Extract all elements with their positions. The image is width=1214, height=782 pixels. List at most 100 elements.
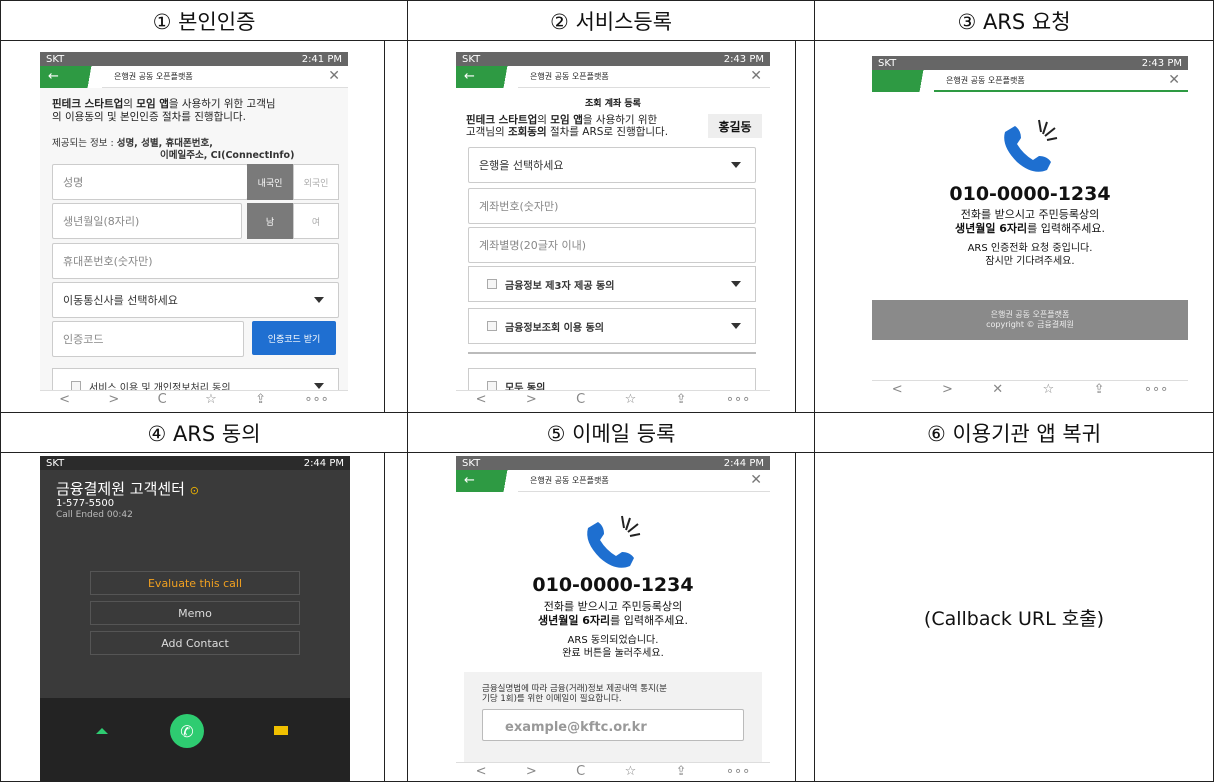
browser-nav-bar: < > C ☆ ⇪ ∘∘∘ [456,762,770,780]
bank-select[interactable]: 은행을 선택하세요 [468,147,756,183]
expand-up-icon[interactable] [96,728,108,734]
phone-field[interactable]: 휴대폰번호(숫자만) [52,243,339,279]
status-bar: SKT 2:43 PM [456,52,770,66]
more-icon[interactable]: ∘∘∘ [726,392,750,407]
birthdate-placeholder: 생년월일(8자리) [63,215,140,228]
clock: 2:44 PM [303,457,344,469]
header-title: 은행권 공동 오픈플랫폼 [946,76,1025,85]
close-icon[interactable]: ✕ [328,68,340,84]
forward-icon[interactable]: > [526,764,537,779]
name-field[interactable]: 성명 [52,164,248,200]
star-icon[interactable]: ☆ [625,392,637,407]
telecom-select[interactable]: 이동통신사를 선택하세요 [52,282,339,318]
message-icon[interactable] [274,726,288,735]
domestic-toggle[interactable]: 내국인 [247,164,293,200]
status-line: ARS 동의되었습니다. [567,635,659,646]
ars-number: 010-0000-1234 [949,183,1111,205]
share-icon[interactable]: ⇪ [1094,382,1105,397]
auth-code-field[interactable]: 인증코드 [52,321,244,357]
forward-icon[interactable]: > [526,392,537,407]
footer-title: 은행권 공동 오픈플랫폼 [990,310,1070,319]
birthdate-field[interactable]: 생년월일(8자리) [52,203,242,239]
back-arrow-icon[interactable]: ← [464,69,475,85]
table-border [795,40,796,412]
callback-text: (Callback URL 호출) [923,607,1105,630]
refresh-icon[interactable]: C [576,764,585,779]
male-toggle[interactable]: 남 [247,203,293,239]
evaluate-call-button[interactable]: Evaluate this call [90,571,300,595]
intro-text: 핀테크 스타트업의 모임 앱을 사용하기 위한 고객님 의 이용동의 및 본인인… [52,98,276,124]
more-icon[interactable]: ∘∘∘ [304,392,328,407]
get-code-button[interactable]: 인증코드 받기 [252,321,336,355]
female-toggle[interactable]: 여 [293,203,339,239]
intro-part: 의 [123,98,137,110]
checkbox[interactable] [487,279,497,289]
share-icon[interactable]: ⇪ [676,392,687,407]
browser-nav-bar: < > C ☆ ⇪ ∘∘∘ [40,390,348,408]
call-button[interactable]: ✆ [170,714,204,748]
forward-icon[interactable]: > [108,392,119,407]
star-icon[interactable]: ☆ [205,392,217,407]
ars-instruction: 전화를 받으시고 주민등록상의 생년월일 6자리를 입력해주세요. [456,600,770,628]
star-icon[interactable]: ☆ [625,764,637,779]
refresh-icon[interactable]: C [158,392,167,407]
ars-status: ARS 인증전화 요청 중입니다. 잠시만 기다려주세요. [872,242,1188,268]
clock: 2:41 PM [301,53,342,65]
female-label: 여 [311,217,321,228]
close-icon[interactable]: ✕ [1168,72,1180,88]
foreign-toggle[interactable]: 외국인 [293,164,339,200]
step-3-title: ③ ARS 요청 [957,9,1071,34]
star-icon[interactable]: ☆ [1043,382,1055,397]
intro-part: 절차를 ARS로 진행합니다. [546,126,669,138]
header-title: 은행권 공동 오픈플랫폼 [530,72,609,81]
intro-part: 고객님의 [466,126,508,138]
email-input[interactable]: example@kftc.or.kr [482,709,744,741]
agree-third-party-row[interactable]: 금융정보 제3자 제공 동의 [468,266,756,302]
account-number-field[interactable]: 계좌번호(숫자만) [468,188,756,224]
status-bar: SKT 2:41 PM [40,52,348,66]
step-2-header: ② 서비스등록 [408,1,814,40]
forward-icon[interactable]: > [942,382,953,397]
phone-ringing-icon [872,112,1188,189]
instruction-line: 전화를 받으시고 주민등록상의 [543,600,683,613]
close-icon[interactable]: ✕ [750,68,762,84]
agree-inquiry-label: 금융정보조회 이용 동의 [505,322,604,334]
account-alias-field[interactable]: 계좌별명(20글자 이내) [468,227,756,263]
more-icon[interactable]: ∘∘∘ [1144,382,1168,397]
back-icon[interactable]: < [476,392,487,407]
callback-cell: (Callback URL 호출) [815,453,1213,781]
app-header: ← 은행권 공동 오픈플랫폼 ✕ [456,470,770,492]
auth-code-placeholder: 인증코드 [63,333,104,346]
back-icon[interactable]: < [59,392,70,407]
stop-icon[interactable]: ✕ [992,382,1003,397]
status-bar: SKT 2:43 PM [872,56,1188,70]
more-icon[interactable]: ∘∘∘ [726,764,750,779]
divider [468,352,756,354]
step-6-header: ⑥ 이용기관 앱 복귀 [815,413,1213,452]
footer: 은행권 공동 오픈플랫폼 copyright © 금융결제원 [872,300,1188,340]
intro-bold-consent: 조회동의 [507,126,547,138]
phone-icon: ✆ [180,721,194,741]
chevron-down-icon [731,162,741,168]
share-icon[interactable]: ⇪ [676,764,687,779]
notice-line: 금융실명법에 따라 금융(거래)정보 제공내역 통지(분 [482,684,667,694]
checkbox[interactable] [487,321,497,331]
back-icon[interactable]: < [476,764,487,779]
footer-copyright: copyright © 금융결제원 [986,320,1074,329]
foreign-label: 외국인 [303,178,329,189]
agree-inquiry-row[interactable]: 금융정보조회 이용 동의 [468,308,756,344]
back-icon[interactable]: < [892,382,903,397]
refresh-icon[interactable]: C [576,392,585,407]
share-icon[interactable]: ⇪ [255,392,266,407]
back-arrow-icon[interactable]: ← [464,473,475,489]
memo-button[interactable]: Memo [90,601,300,625]
telecom-placeholder: 이동통신사를 선택하세요 [63,294,178,307]
header-title: 은행권 공동 오픈플랫폼 [114,72,193,81]
notice-line: 기당 1회)를 위한 이메일이 필요합니다. [482,694,622,704]
step-2-title: ② 서비스등록 [549,9,673,34]
back-arrow-icon[interactable]: ← [48,69,59,85]
domestic-label: 내국인 [257,178,283,189]
add-contact-button[interactable]: Add Contact [90,631,300,655]
close-icon[interactable]: ✕ [750,472,762,488]
caller-name: 금융결제원 고객센터 [56,480,185,498]
